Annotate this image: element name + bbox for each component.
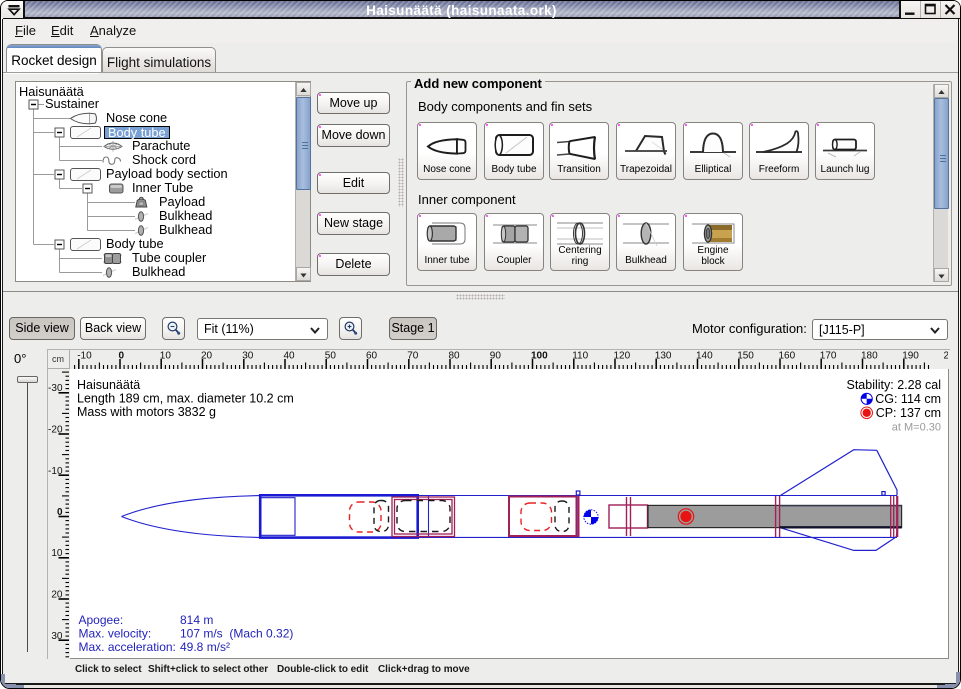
svg-text:-20: -20 (48, 425, 63, 436)
svg-text:70: 70 (407, 351, 419, 362)
svg-text:80: 80 (449, 351, 461, 362)
svg-text:200: 200 (944, 351, 949, 362)
svg-text:CG: 114 cm: CG: 114 cm (875, 392, 941, 406)
svg-text:Haisunäätä: Haisunäätä (77, 378, 140, 392)
svg-text:-10: -10 (77, 351, 92, 362)
svg-text:0: 0 (57, 507, 63, 518)
svg-text:Max. acceleration:: Max. acceleration: (79, 640, 176, 654)
svg-text:50: 50 (325, 351, 337, 362)
svg-text:Max. velocity:: Max. velocity: (79, 627, 152, 641)
svg-text:110: 110 (572, 351, 588, 362)
svg-text:20: 20 (201, 351, 213, 362)
svg-text:814 m: 814 m (180, 613, 213, 627)
svg-text:30: 30 (242, 351, 254, 362)
svg-text:190: 190 (902, 351, 919, 362)
svg-text:60: 60 (366, 351, 378, 362)
svg-text:180: 180 (861, 351, 878, 362)
svg-text:107 m/s (Mach 0.32): 107 m/s (Mach 0.32) (180, 627, 293, 641)
svg-text:49.8 m/s²: 49.8 m/s² (180, 640, 230, 654)
svg-text:at M=0.30: at M=0.30 (892, 422, 941, 434)
svg-text:160: 160 (779, 351, 796, 362)
svg-text:10: 10 (160, 351, 172, 362)
svg-text:40: 40 (284, 351, 296, 362)
svg-text:0: 0 (119, 351, 125, 362)
svg-text:-30: -30 (48, 383, 63, 394)
svg-text:10: 10 (51, 548, 63, 559)
svg-text:30: 30 (51, 631, 63, 642)
svg-text:140: 140 (696, 351, 713, 362)
svg-text:-10: -10 (48, 466, 63, 477)
svg-text:100: 100 (531, 351, 548, 362)
svg-text:Apogee:: Apogee: (79, 613, 124, 627)
svg-text:Mass with motors 3832 g: Mass with motors 3832 g (77, 405, 216, 419)
svg-text:Length 189 cm, max. diameter 1: Length 189 cm, max. diameter 10.2 cm (77, 392, 294, 406)
svg-text:170: 170 (820, 351, 837, 362)
svg-text:90: 90 (490, 351, 502, 362)
svg-text:120: 120 (614, 351, 631, 362)
svg-text:CP: 137 cm: CP: 137 cm (876, 406, 941, 420)
svg-text:130: 130 (655, 351, 672, 362)
svg-text:Stability: 2.28 cal: Stability: 2.28 cal (847, 378, 942, 392)
svg-text:150: 150 (737, 351, 754, 362)
svg-text:20: 20 (51, 590, 63, 601)
